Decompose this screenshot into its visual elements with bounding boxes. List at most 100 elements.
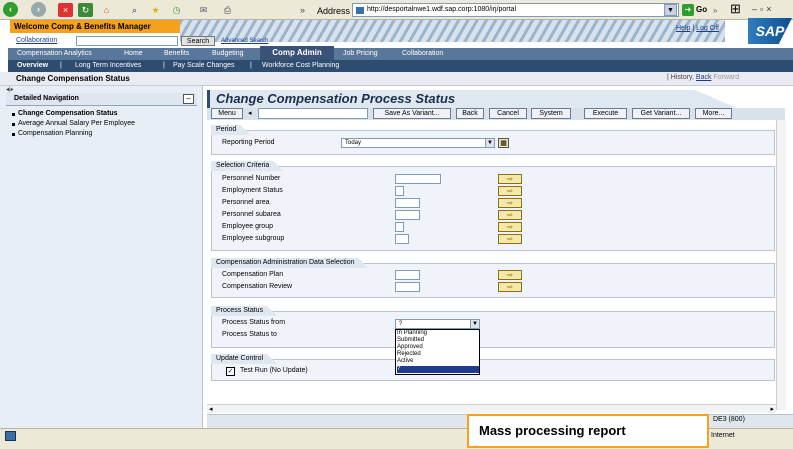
multiple-selection-icon[interactable]: ⇨	[498, 234, 522, 244]
tab-comp-admin[interactable]: Comp Admin	[260, 46, 334, 60]
status-option-submitted[interactable]: Submitted	[397, 337, 479, 344]
search-icon[interactable]: ⌕	[127, 3, 142, 17]
status-option-unknown[interactable]: ?	[397, 366, 479, 373]
back-button[interactable]: Back	[456, 108, 484, 119]
reporting-period-select[interactable]: Today ▼	[341, 138, 495, 148]
toolbar-overflow-icon[interactable]: »	[300, 3, 305, 17]
print-icon[interactable]: ⎙	[220, 3, 235, 17]
tab-compensation-analytics[interactable]: Compensation Analytics	[17, 48, 92, 60]
command-field[interactable]	[258, 108, 368, 119]
scroll-right-icon[interactable]: ▸	[770, 405, 774, 413]
window-controls[interactable]: –▫×	[752, 4, 774, 14]
more-button[interactable]: More...	[695, 108, 732, 119]
compensation-review-input[interactable]	[395, 282, 420, 292]
multiple-selection-icon[interactable]: ⇨	[498, 270, 522, 280]
go-button[interactable]: ➜ Go	[682, 3, 710, 17]
personnel-area-input[interactable]	[395, 198, 420, 208]
subnav-pay-scale-changes[interactable]: Pay Scale Changes	[173, 60, 234, 72]
favorites-icon[interactable]: ★	[148, 3, 163, 17]
stop-icon[interactable]: ×	[58, 3, 73, 17]
nav-item-change-compensation-status[interactable]: Change Compensation Status	[12, 110, 118, 117]
header-links: Help | Log Off	[676, 25, 719, 32]
forward-link[interactable]: Forward	[713, 74, 739, 81]
multiple-selection-icon[interactable]: ⇨	[498, 222, 522, 232]
horizontal-scrollbar[interactable]: ◂ ▸	[207, 404, 776, 413]
portal-search-button[interactable]: Search	[181, 36, 215, 46]
compensation-plan-input[interactable]	[395, 270, 420, 280]
logoff-link[interactable]: Log Off	[696, 25, 719, 32]
vertical-scrollbar[interactable]	[776, 120, 786, 410]
save-as-variant-button[interactable]: Save As Variant...	[373, 108, 451, 119]
selection-criteria-group	[211, 166, 775, 251]
cancel-button[interactable]: Cancel	[489, 108, 527, 119]
employee-subgroup-label: Employee subgroup	[222, 235, 285, 242]
status-option-rejected[interactable]: Rejected	[397, 351, 479, 358]
history-icon[interactable]: ◷	[169, 3, 184, 17]
nav-item-compensation-planning[interactable]: Compensation Planning	[11, 130, 92, 137]
employee-subgroup-input[interactable]	[395, 234, 409, 244]
pane-collapse-arrows[interactable]: ◂|▸	[6, 86, 14, 93]
subnav-sep-1: |	[60, 62, 62, 69]
app-title: Change Compensation Process Status	[216, 91, 456, 106]
personnel-number-label: Personnel Number	[222, 175, 281, 182]
forward-icon[interactable]: ›	[31, 2, 46, 17]
windows-flag-icon: ⊞	[730, 1, 741, 16]
history-nav: | History, Back Forward	[667, 74, 740, 81]
mail-icon[interactable]: ✉	[196, 3, 211, 17]
process-status-label: Process Status	[211, 306, 277, 316]
tab-home[interactable]: Home	[124, 48, 143, 60]
back-icon[interactable]: ‹	[3, 2, 18, 17]
system-info: DE3 (800)	[713, 416, 745, 423]
history-link[interactable]: History	[671, 74, 692, 81]
compensation-review-label: Compensation Review	[222, 283, 293, 290]
detailed-navigation-title: Detailed Navigation	[14, 95, 79, 102]
process-status-from-value: ?	[399, 321, 403, 327]
collaboration-link[interactable]: Collaboration	[16, 37, 57, 44]
tab-job-pricing[interactable]: Job Pricing	[343, 48, 378, 60]
advanced-search-link[interactable]: Advanced Search	[221, 38, 268, 44]
refresh-icon[interactable]: ↻	[78, 3, 93, 17]
employee-group-input[interactable]	[395, 222, 404, 232]
nav-item-average-annual-salary[interactable]: Average Annual Salary Per Employee	[12, 120, 135, 127]
subnav-workforce-cost-planning[interactable]: Workforce Cost Planning	[262, 60, 339, 72]
address-bar[interactable]: http://desportalnwe1.wdf.sap.corp:1080/i…	[352, 3, 679, 17]
tab-budgeting[interactable]: Budgeting	[212, 48, 244, 60]
personnel-number-input[interactable]	[395, 174, 441, 184]
process-status-to-label: Process Status to	[222, 331, 277, 338]
execute-button[interactable]: Execute	[584, 108, 627, 119]
status-option-in-planning[interactable]: In Planning	[397, 330, 479, 337]
collapse-icon[interactable]: –	[183, 94, 194, 104]
status-option-active[interactable]: Active	[397, 358, 479, 365]
multiple-selection-icon[interactable]: ⇨	[498, 198, 522, 208]
address-label: Address	[317, 6, 351, 16]
multiple-selection-icon[interactable]: ⇨	[498, 282, 522, 292]
employment-status-label: Employment Status	[222, 187, 283, 194]
subnav-long-term-incentives[interactable]: Long Term Incentives	[75, 60, 141, 72]
tab-benefits[interactable]: Benefits	[164, 48, 189, 60]
security-zone: Internet	[711, 432, 735, 439]
portal-search-input[interactable]	[76, 36, 178, 46]
process-status-from-select[interactable]: ? ▼	[395, 319, 480, 329]
subnav-overview[interactable]: Overview	[17, 60, 48, 72]
test-run-checkbox[interactable]: ✓	[226, 367, 235, 376]
system-button[interactable]: System	[531, 108, 571, 119]
multiple-selection-icon[interactable]: ⇨	[498, 174, 522, 184]
back-link[interactable]: Back	[696, 74, 712, 81]
multiple-selection-icon[interactable]: ⇨	[498, 210, 522, 220]
period-calendar-icon[interactable]: ▦	[498, 138, 509, 148]
links-overflow[interactable]: »	[713, 6, 717, 15]
compensation-plan-label: Compensation Plan	[222, 271, 284, 278]
home-icon[interactable]: ⌂	[99, 3, 114, 17]
address-dropdown-icon[interactable]: ▼	[664, 4, 677, 16]
tab-collaboration[interactable]: Collaboration	[402, 48, 443, 60]
personnel-subarea-input[interactable]	[395, 210, 420, 220]
employment-status-input[interactable]	[395, 186, 404, 196]
selection-criteria-label: Selection Criteria	[211, 161, 283, 171]
status-option-approved[interactable]: Approved	[397, 344, 479, 351]
employee-group-label: Employee group	[222, 223, 273, 230]
help-link[interactable]: Help	[676, 25, 690, 32]
get-variant-button[interactable]: Get Variant...	[632, 108, 690, 119]
scroll-left-icon[interactable]: ◂	[209, 405, 213, 413]
multiple-selection-icon[interactable]: ⇨	[498, 186, 522, 196]
menu-button[interactable]: Menu	[211, 108, 243, 119]
